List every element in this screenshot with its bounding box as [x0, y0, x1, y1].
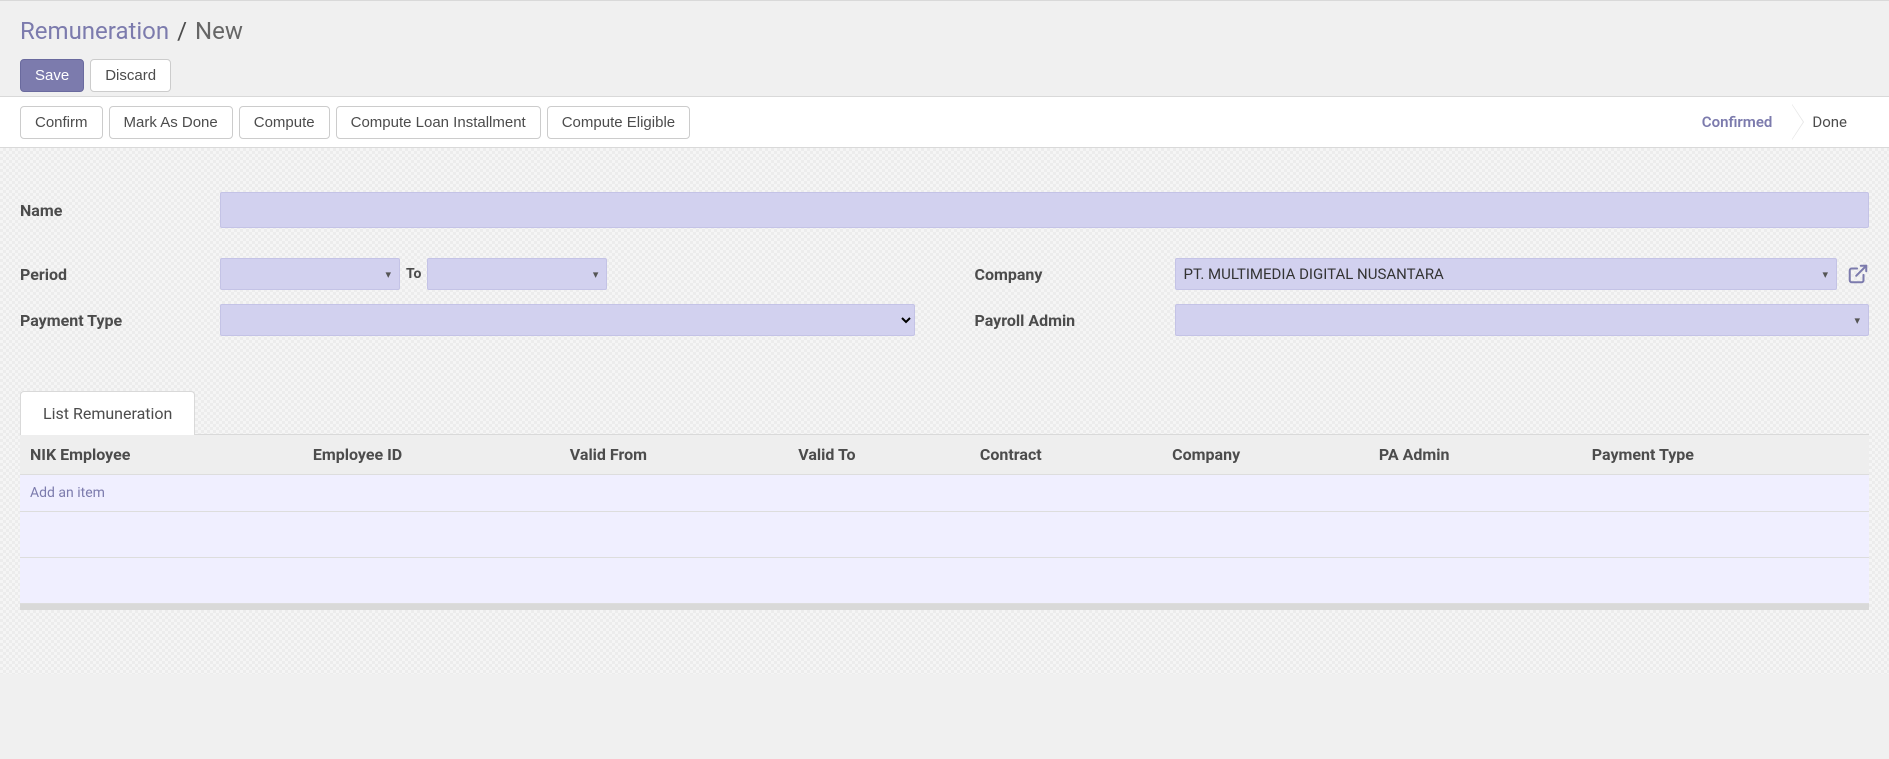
- table-bottom-divider: [20, 604, 1869, 610]
- th-pa-admin[interactable]: PA Admin: [1369, 435, 1582, 475]
- payment-type-label: Payment Type: [20, 311, 220, 330]
- table-row-add-item: Add an item: [20, 475, 1869, 512]
- payroll-admin-label: Payroll Admin: [975, 311, 1175, 330]
- chevron-down-icon: ▾: [1822, 268, 1828, 281]
- company-value: PT. MULTIMEDIA DIGITAL NUSANTARA: [1184, 265, 1444, 283]
- payroll-admin-dropdown[interactable]: ▾: [1175, 304, 1870, 336]
- breadcrumb-current: New: [195, 17, 243, 45]
- chevron-down-icon: ▾: [385, 268, 391, 281]
- compute-eligible-button[interactable]: Compute Eligible: [547, 106, 690, 139]
- th-company[interactable]: Company: [1162, 435, 1369, 475]
- compute-loan-installment-button[interactable]: Compute Loan Installment: [336, 106, 541, 139]
- period-to-word: To: [406, 266, 421, 282]
- name-input[interactable]: [220, 192, 1869, 228]
- table-footer-row: [20, 558, 1869, 604]
- payment-type-select[interactable]: [220, 304, 915, 336]
- confirm-button[interactable]: Confirm: [20, 106, 103, 139]
- th-nik-employee[interactable]: NIK Employee: [20, 435, 303, 475]
- breadcrumb-separator: /: [177, 17, 187, 45]
- period-from-dropdown[interactable]: ▾: [220, 258, 400, 290]
- remuneration-table: NIK Employee Employee ID Valid From Vali…: [20, 435, 1869, 604]
- status-step-done[interactable]: Done: [1794, 105, 1869, 139]
- compute-button[interactable]: Compute: [239, 106, 330, 139]
- name-label: Name: [20, 201, 220, 220]
- mark-as-done-button[interactable]: Mark As Done: [109, 106, 233, 139]
- th-payment-type[interactable]: Payment Type: [1582, 435, 1869, 475]
- th-valid-to[interactable]: Valid To: [788, 435, 970, 475]
- breadcrumb-root-link[interactable]: Remuneration: [20, 17, 169, 45]
- status-step-confirmed-label: Confirmed: [1702, 113, 1773, 131]
- tab-list-remuneration[interactable]: List Remuneration: [20, 391, 195, 435]
- chevron-down-icon: ▾: [1854, 314, 1860, 327]
- breadcrumb: Remuneration / New: [20, 17, 1869, 45]
- th-employee-id[interactable]: Employee ID: [303, 435, 560, 475]
- period-label: Period: [20, 265, 220, 284]
- save-button[interactable]: Save: [20, 59, 84, 92]
- company-dropdown[interactable]: PT. MULTIMEDIA DIGITAL NUSANTARA ▾: [1175, 258, 1838, 290]
- period-to-dropdown[interactable]: ▾: [427, 258, 607, 290]
- th-contract[interactable]: Contract: [970, 435, 1162, 475]
- status-step-done-label: Done: [1812, 113, 1847, 131]
- th-valid-from[interactable]: Valid From: [560, 435, 788, 475]
- chevron-down-icon: ▾: [593, 268, 599, 281]
- status-step-confirmed[interactable]: Confirmed: [1684, 105, 1795, 139]
- external-link-icon[interactable]: [1847, 263, 1869, 285]
- company-label: Company: [975, 265, 1175, 284]
- table-blank-row: [20, 512, 1869, 558]
- add-item-link[interactable]: Add an item: [30, 485, 105, 501]
- discard-button[interactable]: Discard: [90, 59, 171, 92]
